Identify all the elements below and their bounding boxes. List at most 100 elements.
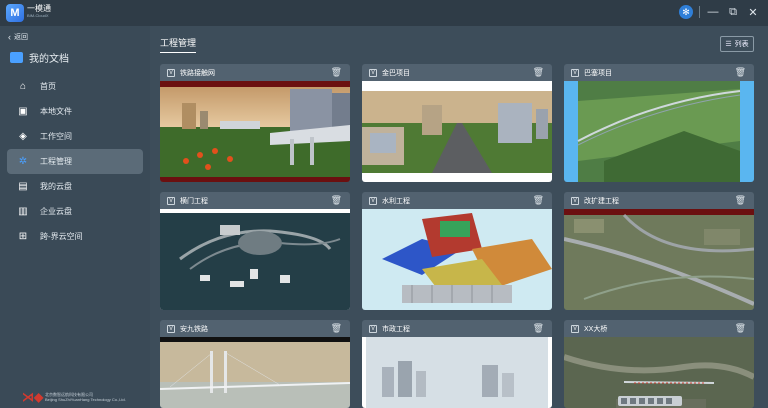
sidebar-item-project-management[interactable]: ✲ 工程管理	[7, 149, 143, 174]
section-title-label: 我的文档	[29, 54, 69, 65]
hydraulic-scene	[362, 209, 552, 310]
restore-icon[interactable]: ⧉	[726, 5, 740, 19]
card-header: V 铁路接触网 🗑	[160, 64, 350, 81]
sidebar-item-enterprise-cloud[interactable]: ▥ 企业云盘	[7, 199, 143, 224]
card-header: V 水利工程 🗑	[362, 192, 552, 209]
close-icon[interactable]: ✕	[746, 5, 760, 19]
card-header: V XX大桥 🗑	[564, 320, 754, 337]
project-name: 巴塞项目	[584, 69, 612, 77]
project-card[interactable]: V 巴塞项目 🗑	[564, 64, 754, 182]
project-thumbnail[interactable]	[160, 337, 350, 408]
list-icon: ☰	[725, 41, 732, 48]
project-card[interactable]: V 市政工程 🗑	[362, 320, 552, 408]
toolbar-tool-icon[interactable]	[630, 398, 636, 404]
sidebar-item-local-files[interactable]: ▣ 本地文件	[7, 99, 143, 124]
project-thumbnail[interactable]	[564, 209, 754, 310]
company-logo: ⋊◆ 北京数智远航科技有限公司 Beijing ShuZhiYuanHang T…	[22, 390, 126, 404]
project-card[interactable]: V 横门工程 🗑	[160, 192, 350, 310]
trash-icon[interactable]: 🗑	[331, 323, 342, 334]
card-header: V 巴塞项目 🗑	[564, 64, 754, 81]
road-scene	[362, 81, 552, 182]
cloud-disk-icon: ▤	[18, 181, 28, 192]
municipal-scene	[362, 337, 552, 408]
project-card[interactable]: V 铁路接触网 🗑	[160, 64, 350, 182]
railway-scene	[160, 81, 350, 182]
project-thumbnail[interactable]	[160, 209, 350, 310]
sidebar-nav: ⌂ 首页 ▣ 本地文件 ◈ 工作空间 ✲ 工程管理 ▤ 我的云盘 ▥ 企业云盘 …	[7, 74, 143, 249]
list-view-button[interactable]: ☰ 列表	[720, 36, 754, 52]
sidebar-item-label: 本地文件	[40, 107, 72, 116]
project-thumbnail[interactable]	[362, 209, 552, 310]
sidebar-item-my-cloud[interactable]: ▤ 我的云盘	[7, 174, 143, 199]
toolbar-tool-icon[interactable]	[666, 398, 672, 404]
project-thumbnail[interactable]	[362, 337, 552, 408]
sidebar-item-label: 工作空间	[40, 132, 72, 141]
project-thumbnail[interactable]	[564, 81, 754, 182]
project-icon: ✲	[18, 156, 28, 167]
trash-icon[interactable]: 🗑	[331, 195, 342, 206]
back-label: 返回	[14, 34, 28, 41]
document-icon: V	[369, 196, 377, 205]
project-name: 水利工程	[382, 197, 410, 205]
local-file-icon: ▣	[18, 106, 28, 117]
main-content: 工程管理 ☰ 列表 V 铁路接触网 🗑 V 金巴项目 🗑 V 巴塞项目 🗑 V …	[150, 26, 768, 408]
sidebar-item-label: 跨-界云空间	[40, 232, 83, 241]
sidebar-item-home[interactable]: ⌂ 首页	[7, 74, 143, 99]
snowflake-icon[interactable]: ✻	[679, 5, 693, 19]
toolbar-tool-icon[interactable]	[657, 398, 663, 404]
card-header: V 金巴项目 🗑	[362, 64, 552, 81]
project-card[interactable]: V 安九铁路 🗑	[160, 320, 350, 408]
project-name: 市政工程	[382, 325, 410, 333]
document-icon: V	[167, 196, 175, 205]
interchange-scene	[564, 209, 754, 310]
section-title: 我的文档	[10, 50, 69, 65]
project-name: 安九铁路	[180, 325, 208, 333]
sidebar-item-label: 工程管理	[40, 157, 72, 166]
document-icon: V	[571, 324, 579, 333]
window-controls: ✻ — ⧉ ✕	[679, 5, 760, 19]
minimize-icon[interactable]: —	[706, 5, 720, 19]
terrain-scene	[564, 81, 754, 182]
project-name: 横门工程	[180, 197, 208, 205]
trash-icon[interactable]: 🗑	[533, 323, 544, 334]
project-card[interactable]: V 金巴项目 🗑	[362, 64, 552, 182]
sidebar-item-cross-space[interactable]: ⊞ 跨-界云空间	[7, 224, 143, 249]
sidebar: ‹ 返回 我的文档 ⌂ 首页 ▣ 本地文件 ◈ 工作空间 ✲ 工程管理 ▤ 我的…	[0, 26, 150, 408]
home-icon: ⌂	[19, 81, 27, 92]
viewer-toolbar	[618, 396, 682, 406]
project-name: 金巴项目	[382, 69, 410, 77]
document-icon: V	[571, 68, 579, 77]
card-header: V 改扩建工程 🗑	[564, 192, 754, 209]
project-thumbnail[interactable]	[362, 81, 552, 182]
project-card[interactable]: V 水利工程 🗑	[362, 192, 552, 310]
company-mark-icon: ⋊◆	[22, 390, 44, 404]
document-icon: V	[571, 196, 579, 205]
toolbar-tool-icon[interactable]	[621, 398, 627, 404]
trash-icon[interactable]: 🗑	[735, 323, 746, 334]
toolbar-tool-icon[interactable]	[648, 398, 654, 404]
cross-space-icon: ⊞	[18, 231, 28, 242]
project-card[interactable]: V 改扩建工程 🗑	[564, 192, 754, 310]
app-subtitle: BIM-CloudX	[27, 13, 49, 18]
project-name: 改扩建工程	[584, 197, 619, 205]
document-icon: V	[167, 68, 175, 77]
sidebar-item-label: 我的云盘	[40, 182, 72, 191]
enterprise-disk-icon: ▥	[18, 206, 28, 217]
separator	[699, 6, 700, 18]
trash-icon[interactable]: 🗑	[735, 195, 746, 206]
project-thumbnail[interactable]	[160, 81, 350, 182]
title-bar: M 一模通 BIM-CloudX ✻ — ⧉ ✕	[0, 0, 768, 26]
card-header: V 安九铁路 🗑	[160, 320, 350, 337]
project-card[interactable]: V XX大桥 🗑	[564, 320, 754, 408]
bridge-scene	[160, 337, 350, 408]
trash-icon[interactable]: 🗑	[735, 67, 746, 78]
toolbar-tool-icon[interactable]	[639, 398, 645, 404]
trash-icon[interactable]: 🗑	[533, 195, 544, 206]
page-title: 工程管理	[160, 36, 197, 53]
trash-icon[interactable]: 🗑	[331, 67, 342, 78]
trash-icon[interactable]: 🗑	[533, 67, 544, 78]
sidebar-item-workspace[interactable]: ◈ 工作空间	[7, 124, 143, 149]
sidebar-item-label: 首页	[40, 82, 56, 91]
card-header: V 市政工程 🗑	[362, 320, 552, 337]
back-button[interactable]: ‹ 返回	[8, 32, 28, 42]
